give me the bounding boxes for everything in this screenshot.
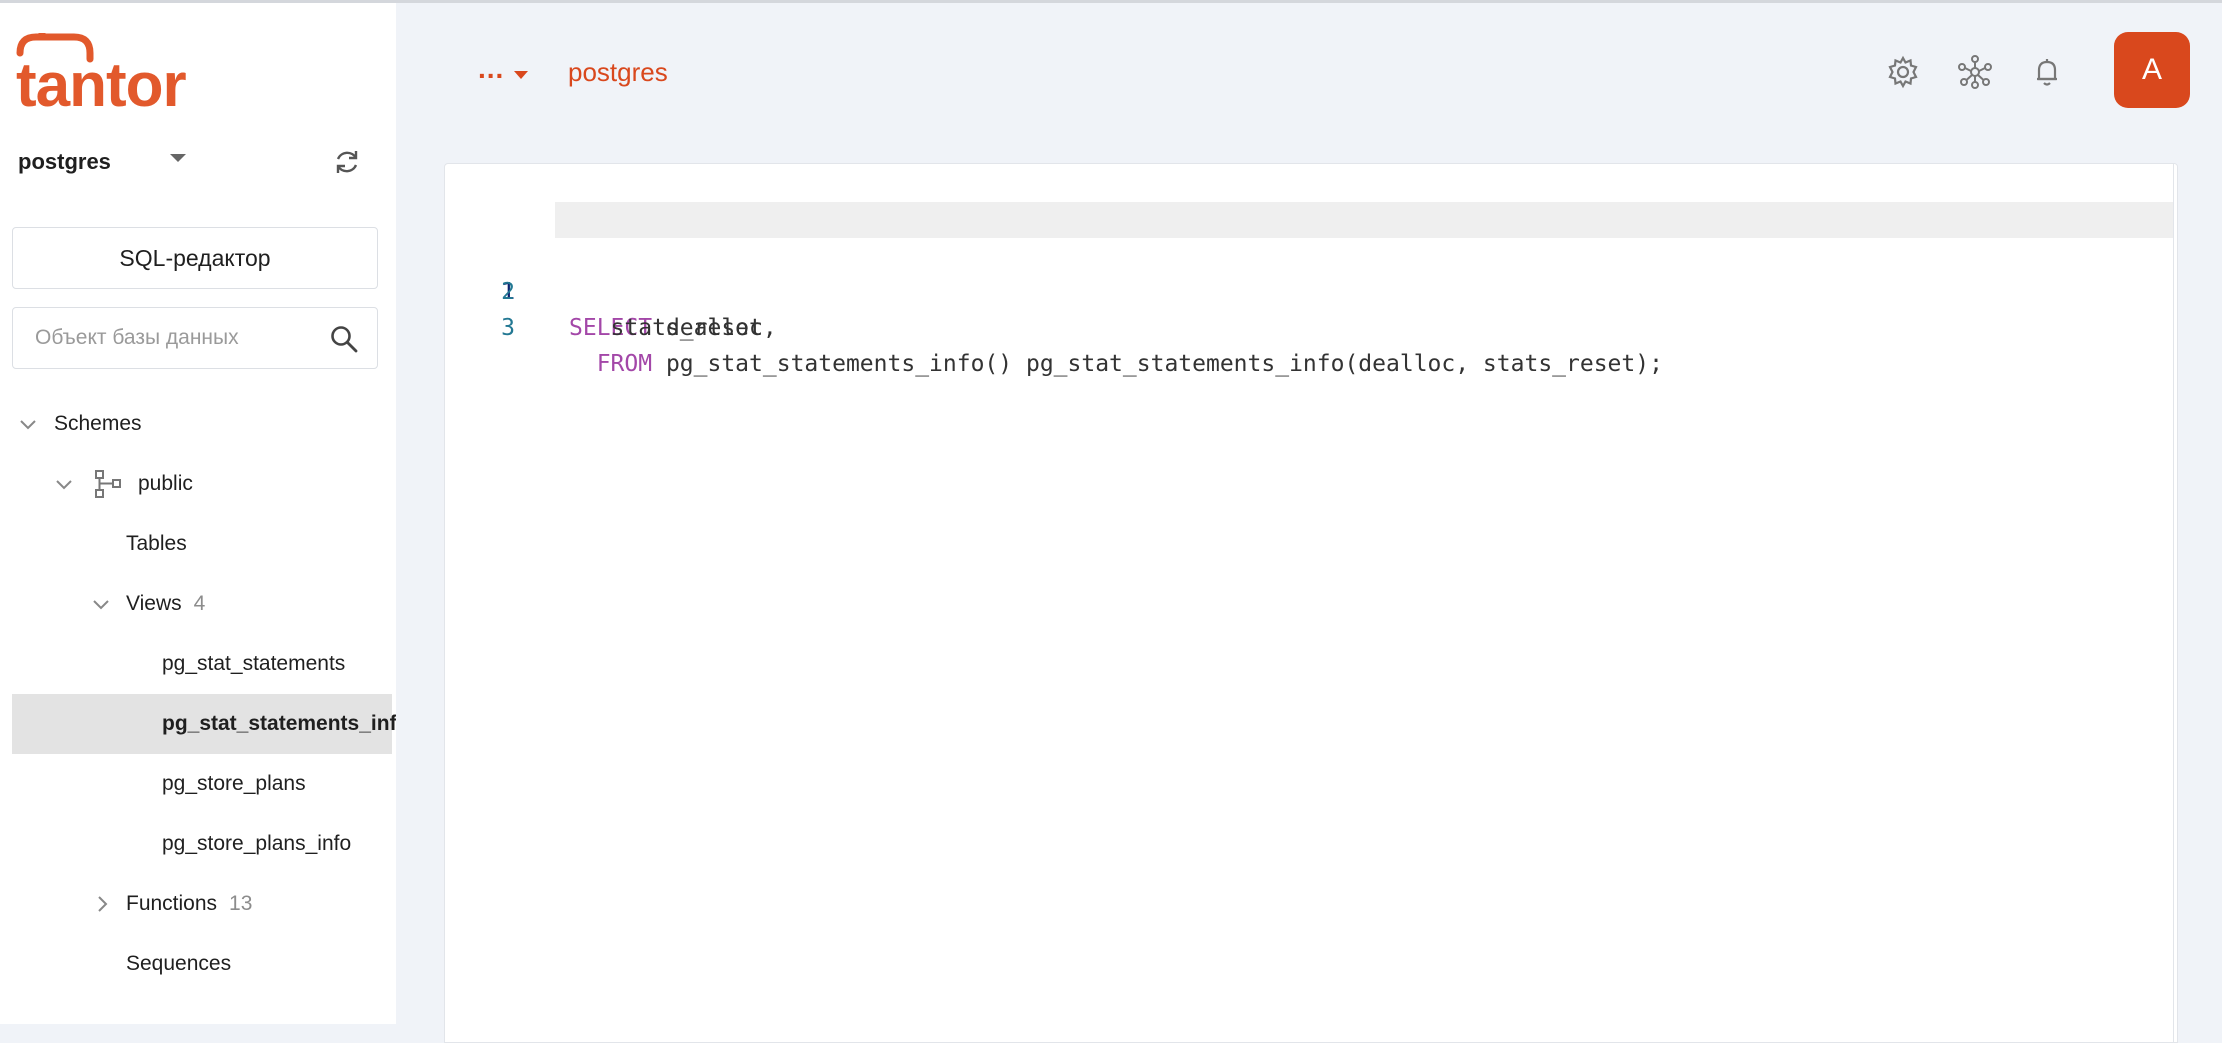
code-text: FROM pg_stat_statements_info() pg_stat_s…: [569, 351, 1663, 377]
bell-icon[interactable]: [2030, 55, 2064, 89]
object-search[interactable]: [12, 307, 378, 369]
database-name: postgres: [18, 149, 111, 174]
chevron-right-icon[interactable]: [92, 894, 112, 914]
tree-item-view[interactable]: pg_store_plans: [0, 754, 396, 814]
view-label: pg_store_plans_info: [162, 832, 352, 855]
chevron-down-icon[interactable]: [18, 414, 38, 434]
active-line-highlight: [555, 202, 2173, 238]
tree-item-label: Schemes: [54, 412, 142, 435]
sql-editor-button[interactable]: SQL-редактор: [12, 227, 378, 289]
code-line[interactable]: 1 SELECT dealloc,: [445, 202, 2173, 341]
chevron-down-icon[interactable]: [91, 594, 111, 614]
header: ... postgres A: [396, 3, 2222, 143]
tree-item-label: Functions 13: [126, 892, 253, 915]
breadcrumb-more[interactable]: ...: [478, 53, 504, 85]
sql-editor[interactable]: 1 SELECT dealloc, 2 stats_reset 3 FROM p…: [444, 163, 2178, 1043]
view-label: pg_store_plans: [162, 772, 306, 795]
caret-down-icon[interactable]: [514, 71, 528, 79]
chevron-down-icon[interactable]: [54, 474, 74, 494]
view-label: pg_stat_statements_info: [162, 712, 396, 735]
tree-item-schemes[interactable]: Schemes: [0, 394, 396, 454]
sidebar: tantor postgres SQL-редактор Schemes: [0, 3, 396, 1024]
tree-item-view-selected[interactable]: pg_stat_statements_info: [12, 694, 396, 754]
code-text: stats_reset: [569, 315, 763, 341]
editor-scrollbar[interactable]: [2173, 164, 2177, 1042]
object-search-input[interactable]: [35, 308, 315, 368]
tree-item-label: public: [138, 472, 193, 495]
tree-item-tables[interactable]: Tables: [0, 514, 396, 574]
tree-item-functions[interactable]: Functions 13: [0, 874, 396, 934]
caret-down-icon[interactable]: [170, 154, 186, 162]
cluster-icon[interactable]: [1958, 55, 1992, 89]
tree-item-view[interactable]: pg_stat_statements: [0, 634, 396, 694]
refresh-icon[interactable]: [332, 147, 362, 177]
tree-item-schema-public[interactable]: public: [0, 454, 396, 514]
database-selector[interactable]: postgres: [0, 137, 396, 187]
functions-count: 13: [229, 892, 253, 915]
tantor-logo[interactable]: tantor: [14, 33, 194, 117]
tree-item-view[interactable]: pg_store_plans_info: [0, 814, 396, 874]
search-icon[interactable]: [329, 324, 359, 354]
logo-text: tantor: [16, 51, 187, 120]
settings-icon[interactable]: [1886, 55, 1920, 89]
tree-item-views[interactable]: Views 4: [0, 574, 396, 634]
user-avatar[interactable]: A: [2114, 32, 2190, 108]
main-area: ... postgres A 1 SELECT dealloc, 2 stats…: [396, 3, 2222, 1043]
view-label: pg_stat_statements: [162, 652, 346, 675]
breadcrumb-database[interactable]: postgres: [568, 57, 668, 88]
code-line[interactable]: 2 stats_reset: [445, 238, 2173, 341]
schema-icon: [95, 470, 121, 498]
views-count: 4: [193, 592, 206, 615]
tree-item-label: Views 4: [126, 592, 206, 615]
line-number: 3: [501, 315, 515, 341]
tree-item-label: Sequences: [126, 952, 232, 975]
tree-item-sequences[interactable]: Sequences: [0, 934, 396, 994]
tree-item-label: Tables: [126, 532, 187, 555]
code-line[interactable]: 3 FROM pg_stat_statements_info() pg_stat…: [445, 274, 2173, 377]
